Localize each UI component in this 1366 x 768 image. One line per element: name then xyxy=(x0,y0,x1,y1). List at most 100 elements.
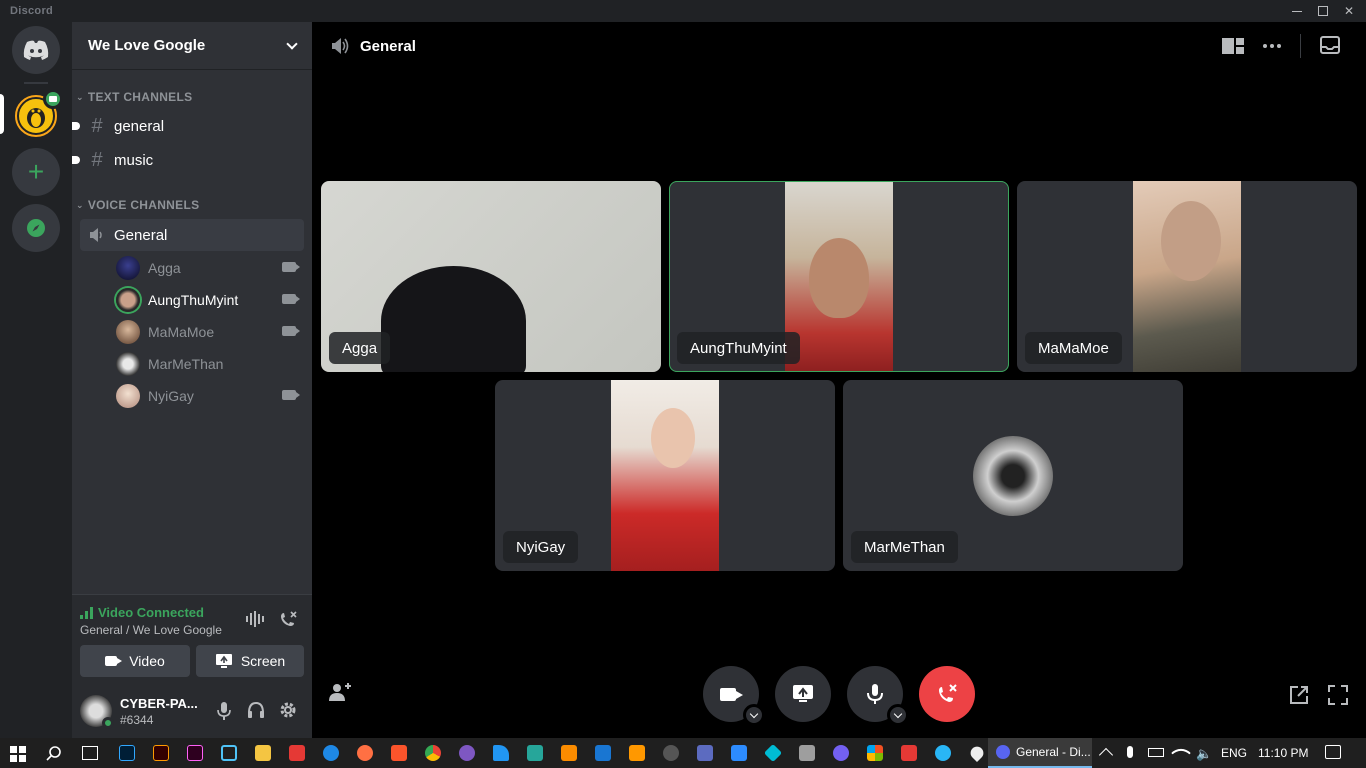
screen-button-label: Screen xyxy=(240,653,286,669)
explore-servers-button[interactable] xyxy=(12,204,60,252)
video-tile-agga[interactable]: Agga xyxy=(321,181,661,372)
text-channels-category[interactable]: ⌄ TEXT CHANNELS xyxy=(76,90,192,104)
firefox-icon[interactable] xyxy=(357,745,373,761)
search-button[interactable] xyxy=(46,745,62,761)
chevron-down-icon xyxy=(286,37,298,50)
more-options-button[interactable] xyxy=(1263,38,1283,54)
notifications-button[interactable] xyxy=(1325,745,1341,759)
screen-share-toggle-button[interactable] xyxy=(775,666,831,722)
user-avatar[interactable] xyxy=(80,695,114,729)
guild-separator xyxy=(24,82,48,84)
voice-user-mamamoe[interactable]: MaMaMoe xyxy=(116,317,304,347)
camera-options-button[interactable] xyxy=(743,704,765,726)
cube-app-icon[interactable] xyxy=(221,745,237,761)
invite-button[interactable] xyxy=(328,682,352,702)
microphone-toggle-button[interactable] xyxy=(847,666,909,726)
messenger-app-icon[interactable] xyxy=(323,745,339,761)
inbox-button[interactable] xyxy=(1320,36,1340,54)
video-tile-nyigay[interactable]: NyiGay xyxy=(495,380,835,571)
telegram-icon[interactable] xyxy=(935,745,951,761)
deafen-button[interactable] xyxy=(247,701,265,719)
video-feed xyxy=(785,182,893,371)
photoshop-icon[interactable] xyxy=(119,745,135,761)
voice-user-name: Agga xyxy=(148,260,181,276)
chevron-down-icon xyxy=(893,709,903,718)
noise-suppression-button[interactable] xyxy=(246,611,264,627)
tor-browser-icon[interactable] xyxy=(459,745,475,761)
pdf-app-icon[interactable] xyxy=(901,745,917,761)
screen-share-button[interactable]: Screen xyxy=(196,645,304,677)
channel-general[interactable]: # general xyxy=(72,110,304,142)
video-tile-aungthumyint[interactable]: AungThuMyint xyxy=(669,181,1009,372)
mute-button[interactable] xyxy=(216,701,232,721)
microphone-icon xyxy=(867,684,883,704)
video-tile-marmethan[interactable]: MarMeThan xyxy=(843,380,1183,571)
battery-icon[interactable] xyxy=(1148,748,1164,757)
channel-label: general xyxy=(114,117,165,135)
tray-microphone-icon[interactable] xyxy=(1127,746,1133,758)
video-toggle-button[interactable]: Video xyxy=(80,645,190,677)
home-button[interactable] xyxy=(12,26,60,74)
voice-user-agga[interactable]: Agga xyxy=(116,253,304,283)
fullscreen-button[interactable] xyxy=(1328,685,1348,705)
edge-icon[interactable] xyxy=(493,745,509,761)
server-header[interactable]: We Love Google xyxy=(72,22,312,70)
xd-icon[interactable] xyxy=(187,745,203,761)
tool-app-icon[interactable] xyxy=(527,745,543,761)
voice-channel-general[interactable]: General xyxy=(80,219,304,251)
microphone-options-button[interactable] xyxy=(887,704,909,726)
obs-icon[interactable] xyxy=(663,745,679,761)
app-name: Discord xyxy=(10,5,54,17)
voice-channels-category[interactable]: ⌄ VOICE CHANNELS xyxy=(76,198,199,212)
status-label: Video Connected xyxy=(98,605,204,620)
file-explorer-icon[interactable] xyxy=(255,745,271,761)
chrome-icon[interactable] xyxy=(425,745,441,761)
channel-music[interactable]: # music xyxy=(72,144,304,176)
close-window-button[interactable]: ✕ xyxy=(1332,0,1366,22)
sublime-text-icon[interactable] xyxy=(629,745,645,761)
leave-call-button[interactable] xyxy=(919,666,975,722)
popout-button[interactable] xyxy=(1289,685,1309,705)
network-tool-icon[interactable] xyxy=(799,745,815,761)
input-language[interactable]: ENG xyxy=(1221,746,1247,760)
video-tile-mamamoe[interactable]: MaMaMoe xyxy=(1017,181,1357,372)
voice-user-marmethan[interactable]: MarMeThan xyxy=(116,349,304,379)
add-server-button[interactable]: + xyxy=(12,148,60,196)
disconnect-button[interactable] xyxy=(278,609,298,629)
media-app-icon[interactable] xyxy=(289,745,305,761)
microsoft-store-icon[interactable] xyxy=(867,745,883,761)
avatar xyxy=(116,352,140,376)
server-list: + xyxy=(0,22,72,738)
online-status-dot xyxy=(102,717,114,729)
phone-disconnect-icon xyxy=(939,684,957,702)
screen-share-icon xyxy=(793,685,813,702)
volume-icon[interactable]: 🔈 xyxy=(1196,746,1212,762)
start-button[interactable] xyxy=(10,746,26,762)
viber-icon[interactable] xyxy=(833,745,849,761)
guild-we-love-google[interactable] xyxy=(12,89,63,140)
clock[interactable]: 11:10 PM xyxy=(1258,746,1308,760)
voice-user-nyigay[interactable]: NyiGay xyxy=(116,381,304,411)
wifi-icon[interactable] xyxy=(1171,743,1191,763)
compass-icon xyxy=(27,219,45,237)
brave-icon[interactable] xyxy=(391,745,407,761)
teams-icon[interactable] xyxy=(697,745,713,761)
channel-label: music xyxy=(114,151,154,169)
taskbar-discord-window[interactable]: General - Di... xyxy=(988,738,1092,768)
zoom-icon[interactable] xyxy=(731,745,747,761)
xampp-icon[interactable] xyxy=(561,745,577,761)
video-camera-icon xyxy=(282,390,300,400)
vscode-icon[interactable] xyxy=(595,745,611,761)
voice-user-aungthumyint[interactable]: AungThuMyint xyxy=(116,285,304,315)
signal-icon xyxy=(80,606,93,619)
task-view-button[interactable] xyxy=(82,746,98,760)
sketch-app-icon[interactable] xyxy=(763,743,783,763)
maps-app-icon[interactable] xyxy=(967,743,987,763)
layout-toggle-button[interactable] xyxy=(1222,38,1244,54)
tray-overflow-icon[interactable] xyxy=(1098,747,1114,763)
user-settings-button[interactable] xyxy=(279,701,297,719)
camera-toggle-button[interactable] xyxy=(703,666,765,726)
plus-icon: + xyxy=(27,156,45,187)
speaker-icon xyxy=(90,228,102,242)
illustrator-icon[interactable] xyxy=(153,745,169,761)
